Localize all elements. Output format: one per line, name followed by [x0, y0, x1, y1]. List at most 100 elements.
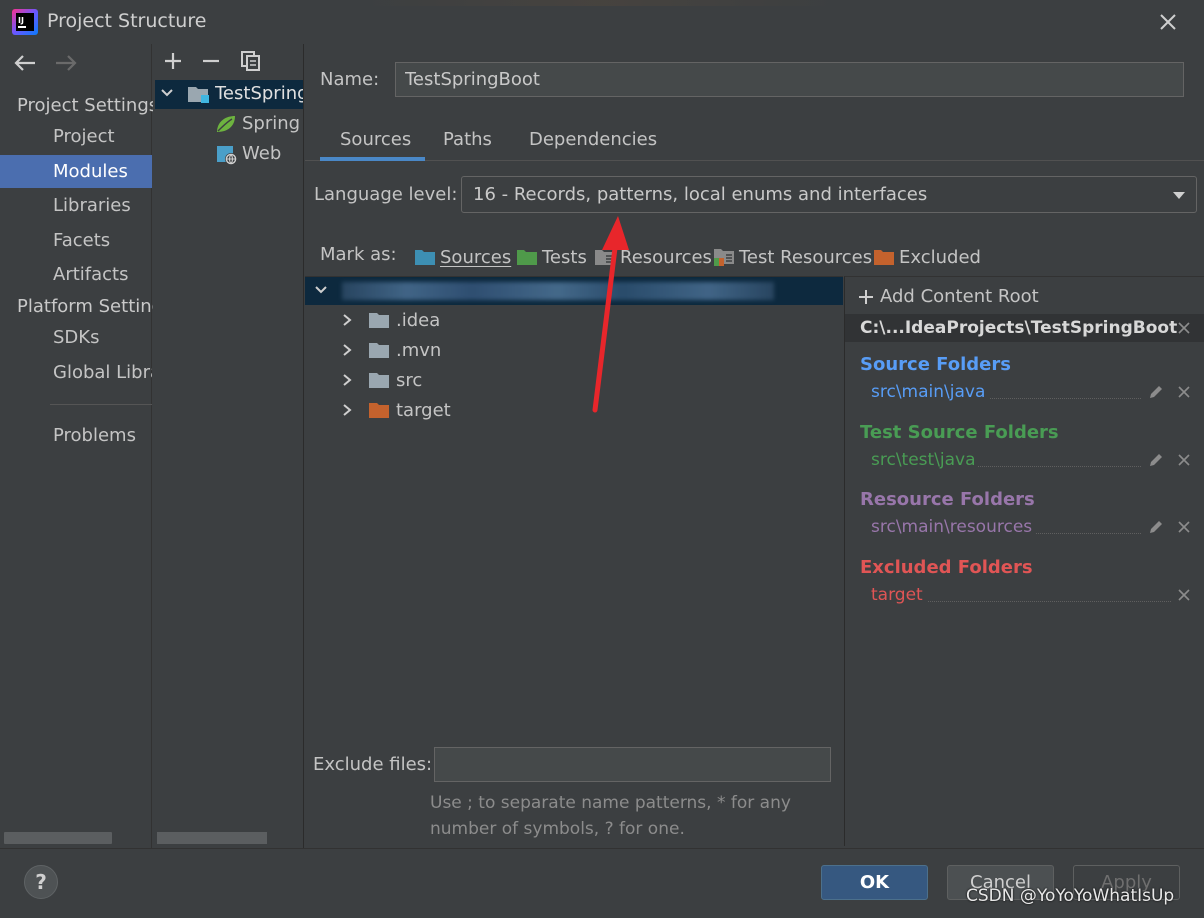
- mark-as-sources-button[interactable]: Sources: [414, 244, 511, 270]
- excluded-folder-item: target: [871, 585, 923, 605]
- remove-folder-icon[interactable]: [1177, 385, 1191, 399]
- module-tree-item-root[interactable]: TestSpringBoot: [215, 83, 303, 104]
- help-button[interactable]: ?: [24, 865, 58, 899]
- copy-icon[interactable]: [240, 50, 262, 72]
- edit-pencil-icon[interactable]: [1148, 519, 1164, 535]
- language-level-label: Language level:: [314, 184, 458, 205]
- dotted-leader: [978, 466, 1141, 467]
- excluded-folders-heading: Excluded Folders: [860, 557, 1033, 578]
- mark-as-test-resources-label: Test Resources: [739, 246, 873, 268]
- excluded-folder-icon: [369, 403, 389, 418]
- excluded-folder-icon: [874, 250, 894, 265]
- red-arrow-annotation: [580, 210, 640, 415]
- exclude-files-input[interactable]: [434, 747, 831, 782]
- folder-icon: [369, 373, 389, 388]
- file-tree-item-label: .mvn: [396, 339, 442, 361]
- sidebar-item-sdks[interactable]: SDKs: [0, 321, 152, 354]
- resource-folders-heading: Resource Folders: [860, 489, 1035, 510]
- window-title: Project Structure: [47, 10, 207, 32]
- project-settings-heading: Project Settings: [17, 95, 153, 116]
- remove-folder-icon[interactable]: [1177, 520, 1191, 534]
- back-arrow-icon[interactable]: [11, 51, 39, 75]
- chevron-right-icon: [343, 314, 352, 326]
- test-source-folder-item: src\test\java: [871, 450, 976, 470]
- remove-folder-icon[interactable]: [1177, 453, 1191, 467]
- sources-folder-icon: [415, 250, 435, 265]
- edit-pencil-icon[interactable]: [1148, 452, 1164, 468]
- module-tree-item-spring[interactable]: Spring: [242, 113, 303, 134]
- tab-dependencies[interactable]: Dependencies: [529, 126, 657, 162]
- chevron-right-icon: [343, 344, 352, 356]
- file-tree-item[interactable]: src: [340, 366, 422, 394]
- file-tree-item-label: target: [396, 399, 451, 421]
- sidebar-item-project[interactable]: Project: [0, 120, 152, 153]
- tests-folder-icon: [517, 250, 537, 265]
- web-icon: [216, 144, 238, 166]
- dropdown-caret-icon[interactable]: [1172, 189, 1186, 201]
- test-resources-folder-icon: [714, 249, 734, 266]
- folder-icon: [369, 343, 389, 358]
- module-folder-icon: [187, 84, 211, 104]
- intellij-logo-icon: IJ: [12, 9, 38, 35]
- add-content-root-button[interactable]: Add Content Root: [858, 286, 1039, 307]
- resource-folder-item: src\main\resources: [871, 517, 1033, 537]
- file-tree-item[interactable]: .mvn: [340, 336, 441, 364]
- csdn-watermark: CSDN @YoYoYoWhatIsUp: [966, 886, 1175, 906]
- remove-content-root-icon[interactable]: [1177, 321, 1191, 335]
- mark-as-excluded-label: Excluded: [899, 246, 981, 268]
- file-tree-item[interactable]: target: [340, 396, 451, 424]
- language-level-select[interactable]: 16 - Records, patterns, local enums and …: [461, 176, 1197, 213]
- add-content-root-label: Add Content Root: [880, 286, 1039, 307]
- sidebar-item-global-libraries[interactable]: Global Libraries: [0, 356, 152, 389]
- file-tree-item-label: src: [396, 369, 423, 391]
- mark-as-sources-label: Sources: [440, 246, 512, 268]
- forward-arrow-icon[interactable]: [52, 51, 80, 75]
- sidebar-item-libraries[interactable]: Libraries: [0, 189, 152, 222]
- platform-settings-heading: Platform Settings: [17, 296, 153, 317]
- mark-as-tests-button[interactable]: Tests: [516, 244, 587, 270]
- name-label: Name:: [320, 69, 380, 90]
- add-icon[interactable]: [162, 50, 184, 72]
- edit-pencil-icon[interactable]: [1148, 384, 1164, 400]
- tab-paths[interactable]: Paths: [443, 126, 492, 162]
- exclude-files-hint: Use ; to separate name patterns, * for a…: [430, 790, 830, 842]
- active-tab-indicator: [320, 157, 425, 161]
- test-source-folders-heading: Test Source Folders: [860, 422, 1059, 443]
- ok-button[interactable]: OK: [821, 865, 928, 900]
- chevron-down-icon[interactable]: [314, 284, 328, 296]
- content-root-path: C:\...IdeaProjects\TestSpringBoot: [860, 318, 1178, 338]
- source-folders-heading: Source Folders: [860, 354, 1011, 375]
- source-folder-item: src\main\java: [871, 382, 986, 402]
- file-tree-item-label: .idea: [396, 309, 441, 331]
- close-icon[interactable]: [1156, 10, 1180, 34]
- mark-as-label: Mark as:: [320, 244, 397, 265]
- minus-icon[interactable]: [200, 50, 222, 72]
- chevron-right-icon: [343, 404, 352, 416]
- exclude-hint-line-1: Use ; to separate name patterns, * for a…: [430, 793, 791, 813]
- exclude-hint-line-2: number of symbols, ? for one.: [430, 819, 685, 839]
- sidebar-item-problems[interactable]: Problems: [0, 419, 152, 452]
- mark-as-excluded-button[interactable]: Excluded: [873, 244, 981, 270]
- file-tree-item[interactable]: .idea: [340, 306, 440, 334]
- blurred-root-path: [342, 282, 774, 300]
- chevron-right-icon: [343, 374, 352, 386]
- mark-as-test-resources-button[interactable]: Test Resources: [713, 244, 872, 270]
- remove-folder-icon[interactable]: [1177, 588, 1191, 602]
- tabs-divider: [305, 160, 1204, 161]
- dotted-leader: [990, 398, 1141, 399]
- sidebar-item-modules[interactable]: Modules: [0, 155, 152, 188]
- add-icon: [859, 289, 873, 304]
- sidebar-scrollbar[interactable]: [4, 832, 112, 844]
- sidebar-item-artifacts[interactable]: Artifacts: [0, 258, 152, 291]
- dotted-leader: [928, 601, 1171, 602]
- module-tree-item-web[interactable]: Web: [242, 143, 303, 164]
- spring-leaf-icon: [215, 114, 237, 134]
- sidebar-item-facets[interactable]: Facets: [0, 224, 152, 257]
- chevron-down-icon[interactable]: [160, 87, 174, 99]
- exclude-files-label: Exclude files:: [313, 754, 433, 775]
- folder-icon: [369, 313, 389, 328]
- svg-text:IJ: IJ: [18, 16, 24, 25]
- module-tree-scrollbar[interactable]: [157, 832, 267, 844]
- sidebar-divider: [50, 404, 152, 405]
- module-name-input[interactable]: [395, 62, 1184, 97]
